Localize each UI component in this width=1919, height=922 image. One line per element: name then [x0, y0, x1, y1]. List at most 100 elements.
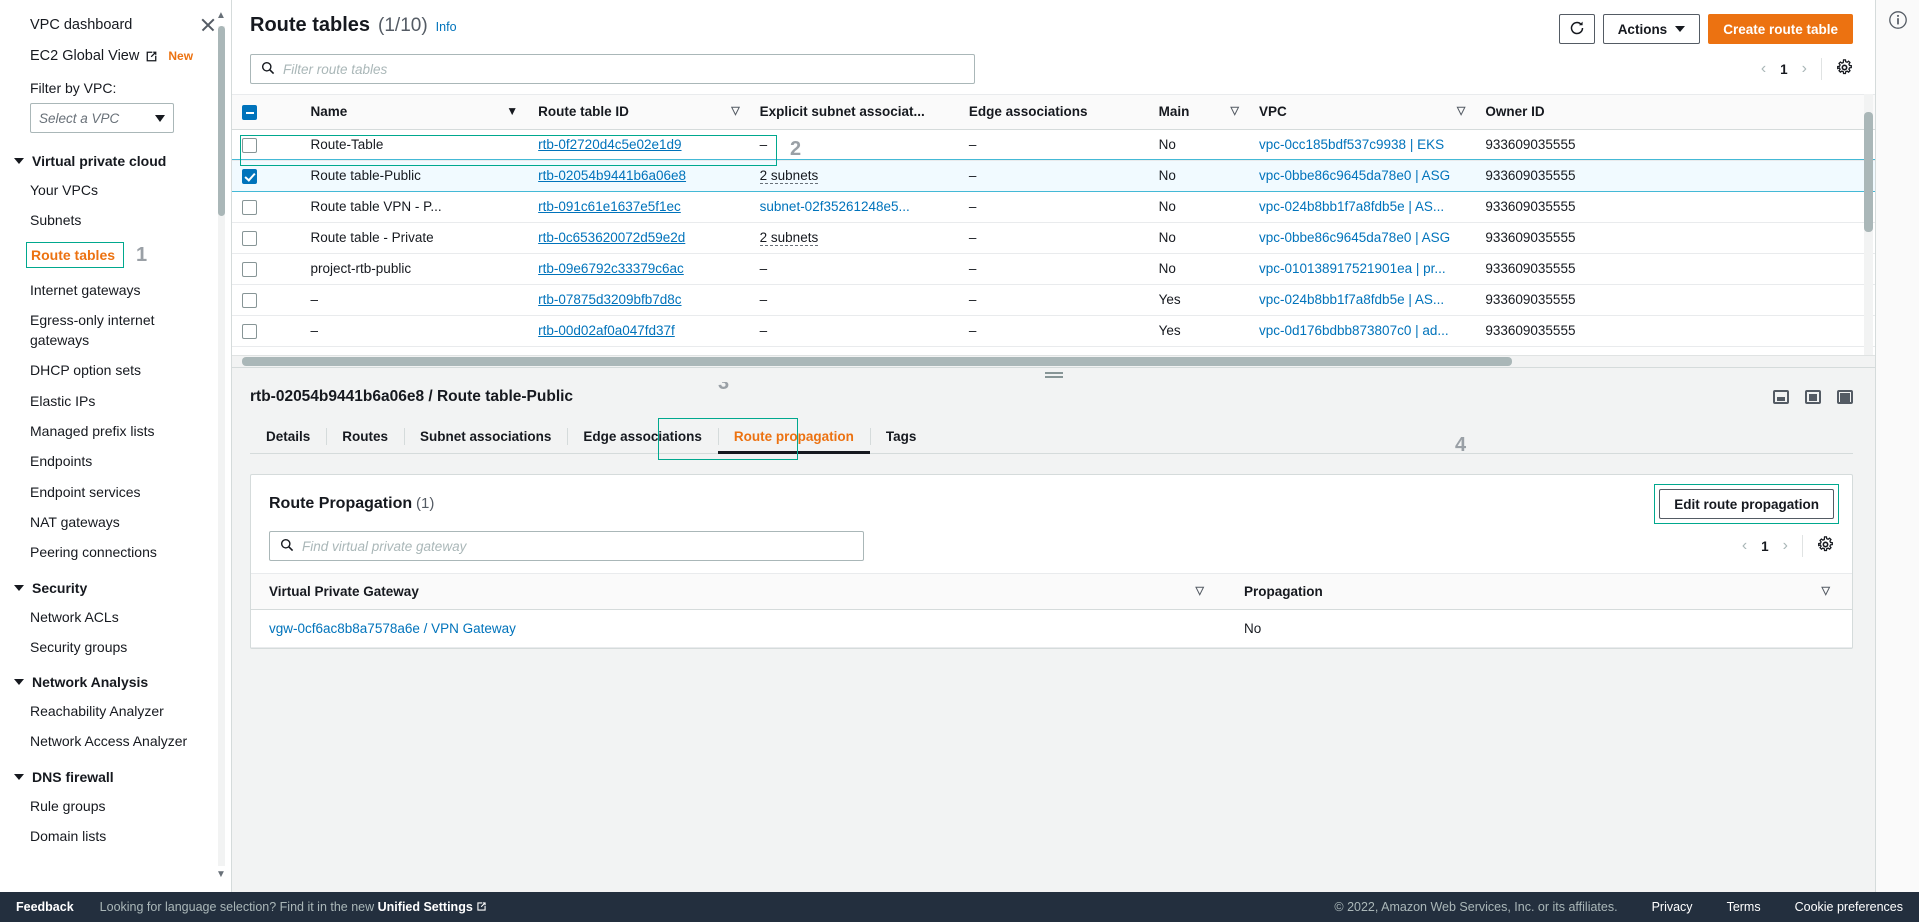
panel-resize-handle[interactable]	[232, 368, 1875, 382]
route-table-id-link[interactable]: rtb-0f2720d4c5e02e1d9	[538, 137, 681, 152]
sidebar-item-endpoints[interactable]: Endpoints	[30, 446, 217, 476]
sidebar-item-your-vpcs[interactable]: Your VPCs	[30, 175, 217, 205]
sidebar-item-endpoint-services[interactable]: Endpoint services	[30, 477, 217, 507]
chevron-down-icon[interactable]: ▼	[216, 869, 226, 880]
sort-icon[interactable]: ▽	[1196, 584, 1204, 597]
route-table-id-link[interactable]: rtb-02054b9441b6a06e8	[538, 168, 686, 183]
sidebar-section-security[interactable]: Security	[14, 580, 217, 596]
unified-settings-link[interactable]: Unified Settings	[378, 900, 473, 914]
sidebar-section-dns-firewall[interactable]: DNS firewall	[14, 769, 217, 785]
info-circle-icon[interactable]	[1888, 10, 1908, 30]
row-checkbox[interactable]	[242, 261, 257, 277]
vpc-link[interactable]: vpc-010138917521901ea | pr...	[1259, 261, 1446, 276]
route-table-id-link[interactable]: rtb-00d02af0a047fd37f	[538, 323, 675, 338]
sidebar-item-dhcp-option-sets[interactable]: DHCP option sets	[30, 355, 217, 385]
sidebar-item-ec2-global-view[interactable]: EC2 Global View New	[30, 48, 217, 64]
table-row[interactable]: Route table - Private rtb-0c653620072d59…	[232, 222, 1875, 254]
chevron-left-icon[interactable]: ‹	[1742, 537, 1747, 555]
search-input[interactable]	[283, 61, 964, 77]
tab-edge-associations[interactable]: Edge associations	[567, 420, 718, 453]
panel-maximize-icon[interactable]	[1837, 390, 1853, 404]
row-checkbox[interactable]	[242, 168, 257, 184]
sidebar-item-network-access-analyzer[interactable]: Network Access Analyzer	[30, 726, 217, 756]
row-checkbox[interactable]	[242, 323, 257, 339]
sidebar-item-managed-prefix-lists[interactable]: Managed prefix lists	[30, 416, 217, 446]
sidebar-item-nat-gateways[interactable]: NAT gateways	[30, 507, 217, 537]
subnets-popover-link[interactable]: 2 subnets	[759, 168, 819, 185]
sort-icon[interactable]: ▽	[1822, 584, 1830, 597]
column-header-route-table-id[interactable]: Route table ID ▽	[528, 94, 750, 130]
vpc-link[interactable]: vpc-024b8bb1f7a8fdb5e | AS...	[1259, 292, 1444, 307]
table-row[interactable]: project-rtb-public rtb-09e6792c33379c6ac…	[232, 253, 1875, 285]
filter-route-tables-box[interactable]	[250, 54, 975, 84]
subnets-popover-link[interactable]: 2 subnets	[759, 230, 819, 247]
sidebar-item-route-tables[interactable]: Route tables 1	[26, 236, 147, 275]
chevron-left-icon[interactable]: ‹	[1761, 60, 1766, 78]
tab-routes[interactable]: Routes	[326, 420, 404, 453]
route-table-id-link[interactable]: rtb-09e6792c33379c6ac	[538, 261, 684, 276]
vpc-select[interactable]: Select a VPC	[30, 103, 174, 133]
find-gateway-box[interactable]	[269, 531, 864, 561]
sort-descending-icon[interactable]: ▼	[506, 104, 518, 118]
sidebar-scrollbar[interactable]: ▲ ▼	[216, 0, 226, 892]
gear-icon[interactable]	[1836, 59, 1853, 79]
vpc-link[interactable]: vpc-024b8bb1f7a8fdb5e | AS...	[1259, 199, 1444, 214]
vpc-link[interactable]: vpc-0d176bdbb873807c0 | ad...	[1259, 323, 1449, 338]
chevron-right-icon[interactable]: ›	[1802, 60, 1807, 78]
column-header-name[interactable]: Name ▼	[300, 94, 529, 130]
terms-link[interactable]: Terms	[1727, 900, 1761, 914]
refresh-button[interactable]	[1558, 14, 1595, 44]
row-checkbox[interactable]	[242, 230, 257, 246]
sidebar-item-reachability-analyzer[interactable]: Reachability Analyzer	[30, 696, 217, 726]
table-row[interactable]: – rtb-07875d3209bfb7d8c – – Yes vpc-024b…	[232, 284, 1875, 316]
scroll-thumb[interactable]	[242, 357, 1512, 366]
close-icon[interactable]	[199, 16, 217, 34]
vpc-link[interactable]: vpc-0cc185bdf537c9938 | EKS	[1259, 137, 1444, 152]
column-header-propagation[interactable]: Propagation ▽	[1226, 573, 1852, 610]
sort-icon[interactable]: ▽	[1457, 104, 1465, 117]
row-checkbox[interactable]	[242, 292, 257, 308]
scroll-thumb[interactable]	[218, 26, 225, 216]
privacy-link[interactable]: Privacy	[1652, 900, 1693, 914]
route-table-id-link[interactable]: rtb-091c61e1637e5f1ec	[538, 199, 681, 214]
tab-subnet-associations[interactable]: Subnet associations	[404, 420, 567, 453]
table-row[interactable]: vgw-0cf6ac8b8a7578a6e / VPN Gateway No	[251, 609, 1852, 648]
route-table-id-link[interactable]: rtb-07875d3209bfb7d8c	[538, 292, 681, 307]
sort-icon[interactable]: ▽	[731, 104, 739, 117]
sort-icon[interactable]: ▽	[1230, 104, 1238, 117]
vpc-link[interactable]: vpc-0bbe86c9645da78e0 | ASG	[1259, 168, 1450, 183]
gear-icon[interactable]	[1817, 536, 1834, 556]
virtual-private-gateway-link[interactable]: vgw-0cf6ac8b8a7578a6e / VPN Gateway	[269, 621, 516, 636]
table-horizontal-scrollbar[interactable]	[232, 355, 1875, 367]
chevron-up-icon[interactable]: ▲	[216, 10, 226, 21]
sidebar-item-internet-gateways[interactable]: Internet gateways	[30, 275, 217, 305]
vpc-link[interactable]: vpc-0bbe86c9645da78e0 | ASG	[1259, 230, 1450, 245]
subnet-link[interactable]: subnet-02f35261248e5...	[760, 199, 910, 214]
sidebar-item-elastic-ips[interactable]: Elastic IPs	[30, 386, 217, 416]
sidebar-item-security-groups[interactable]: Security groups	[30, 632, 217, 662]
sidebar-item-network-acls[interactable]: Network ACLs	[30, 602, 217, 632]
column-header-main[interactable]: Main ▽	[1148, 94, 1249, 130]
select-all-checkbox[interactable]	[242, 104, 257, 120]
tab-details[interactable]: Details	[250, 420, 326, 453]
cookie-preferences-link[interactable]: Cookie preferences	[1795, 900, 1903, 914]
info-link[interactable]: Info	[436, 20, 457, 34]
sidebar-item-peering-connections[interactable]: Peering connections	[30, 537, 217, 567]
panel-split-side-icon[interactable]	[1805, 390, 1821, 404]
tab-tags[interactable]: Tags	[869, 420, 933, 453]
panel-split-bottom-icon[interactable]	[1773, 390, 1789, 404]
table-vertical-scrollbar[interactable]	[1864, 94, 1873, 367]
row-checkbox[interactable]	[242, 137, 257, 153]
sidebar-item-subnets[interactable]: Subnets	[30, 205, 217, 235]
table-row[interactable]: Route table-Public rtb-02054b9441b6a06e8…	[232, 159, 1875, 193]
chevron-right-icon[interactable]: ›	[1783, 537, 1788, 555]
table-row[interactable]: Route table VPN - P... rtb-091c61e1637e5…	[232, 191, 1875, 223]
feedback-link[interactable]: Feedback	[16, 900, 74, 914]
tab-route-propagation[interactable]: Route propagation	[717, 420, 870, 454]
create-route-table-button[interactable]: Create route table	[1708, 14, 1853, 44]
sidebar-item-rule-groups[interactable]: Rule groups	[30, 791, 217, 821]
actions-button[interactable]: Actions	[1602, 14, 1701, 44]
sidebar-section-network-analysis[interactable]: Network Analysis	[14, 674, 217, 690]
column-header-vpc[interactable]: VPC ▽	[1248, 94, 1476, 130]
gateway-search-input[interactable]	[302, 538, 853, 554]
